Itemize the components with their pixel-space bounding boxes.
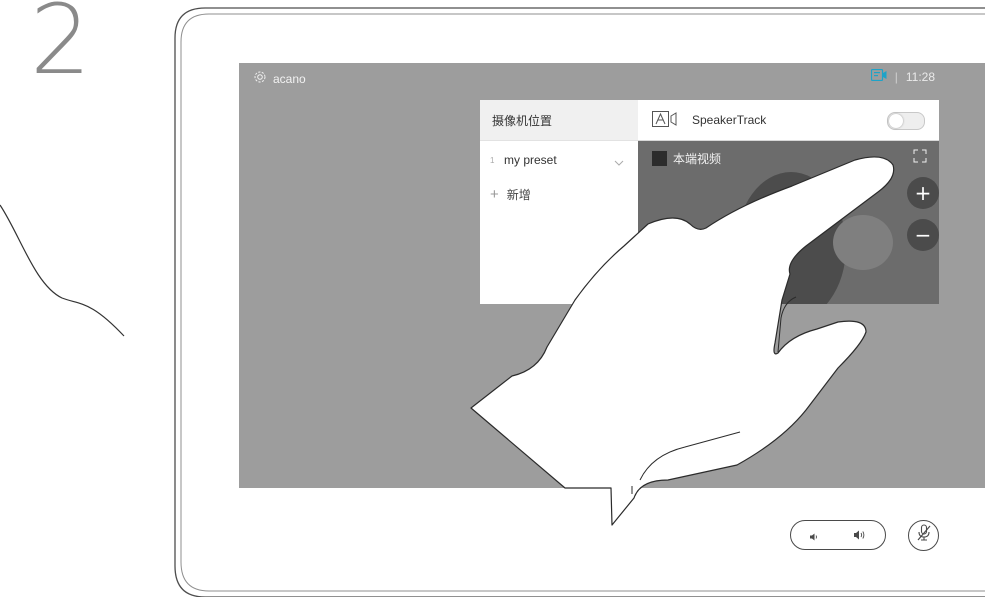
pointing-hand-illustration: [470, 156, 895, 526]
